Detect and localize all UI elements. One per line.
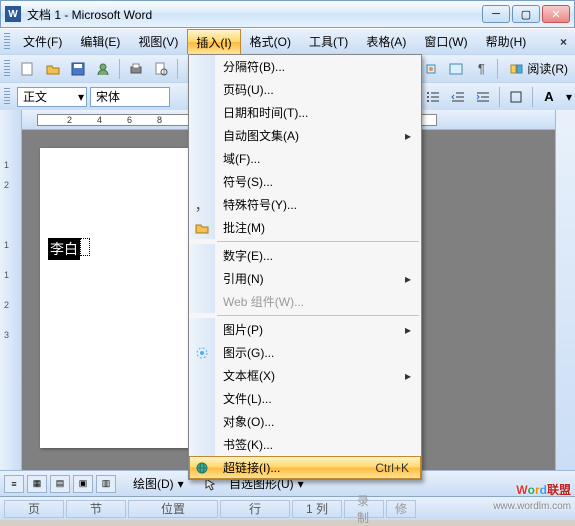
status-line: 行 bbox=[220, 500, 290, 518]
separator bbox=[217, 241, 419, 242]
menu-datetime[interactable]: 日期和时间(T)... bbox=[189, 101, 421, 124]
style-combo[interactable]: 正文▾ bbox=[17, 87, 87, 107]
minimize-button[interactable]: ─ bbox=[482, 5, 510, 23]
menu-edit[interactable]: 编辑(E) bbox=[71, 29, 129, 54]
selected-text[interactable]: 李白 bbox=[48, 238, 80, 260]
insert-dropdown-menu: 分隔符(B)... 页码(U)... 日期和时间(T)... 自动图文集(A)▸… bbox=[188, 54, 422, 480]
menu-number[interactable]: 数字(E)... bbox=[189, 244, 421, 267]
drawing-button[interactable] bbox=[420, 58, 442, 80]
save-button[interactable] bbox=[67, 58, 89, 80]
menu-file[interactable]: 文件(L)... bbox=[189, 387, 421, 410]
vertical-ruler[interactable]: 1 2 1 1 2 3 bbox=[0, 110, 22, 484]
menu-view[interactable]: 视图(V) bbox=[129, 29, 187, 54]
permission-button[interactable] bbox=[92, 58, 114, 80]
print-view-button[interactable]: ▤ bbox=[50, 475, 70, 493]
watermark-url: www.wordlm.com bbox=[493, 501, 571, 512]
status-column: 1 列 bbox=[292, 500, 342, 518]
menu-window[interactable]: 窗口(W) bbox=[415, 29, 476, 54]
submenu-arrow-icon: ▸ bbox=[405, 272, 421, 286]
increase-indent-button[interactable] bbox=[472, 86, 494, 108]
menu-insert[interactable]: 插入(I) bbox=[187, 29, 240, 54]
submenu-arrow-icon: ▸ bbox=[405, 129, 421, 143]
menu-autotext[interactable]: 自动图文集(A)▸ bbox=[189, 124, 421, 147]
outline-view-button[interactable]: ▣ bbox=[73, 475, 93, 493]
scrollbar-area[interactable] bbox=[555, 110, 575, 484]
reading-layout-button[interactable]: 阅读(R) bbox=[503, 58, 575, 80]
titlebar: W 文档 1 - Microsoft Word ─ ▢ ✕ bbox=[0, 0, 575, 28]
menubar: 文件(F) 编辑(E) 视图(V) 插入(I) 格式(O) 工具(T) 表格(A… bbox=[0, 28, 575, 54]
status-position: 位置 bbox=[128, 500, 218, 518]
menu-reference[interactable]: 引用(N)▸ bbox=[189, 267, 421, 290]
shortcut-label: Ctrl+K bbox=[375, 461, 421, 475]
status-section: 节 bbox=[66, 500, 126, 518]
menu-diagram[interactable]: 图示(G)... bbox=[189, 341, 421, 364]
folder-icon bbox=[195, 221, 209, 235]
status-rev[interactable]: 修 bbox=[386, 500, 416, 518]
menu-field[interactable]: 域(F)... bbox=[189, 147, 421, 170]
menu-object[interactable]: 对象(O)... bbox=[189, 410, 421, 433]
menu-special-char[interactable]: ，特殊符号(Y)... bbox=[189, 193, 421, 216]
menu-close-doc[interactable]: × bbox=[552, 29, 575, 54]
bullets-button[interactable] bbox=[422, 86, 444, 108]
font-color-button[interactable]: A bbox=[538, 86, 560, 108]
separator bbox=[499, 87, 500, 107]
comma-icon: ， bbox=[194, 194, 209, 215]
print-button[interactable] bbox=[125, 58, 147, 80]
grip-handle[interactable] bbox=[4, 60, 10, 78]
separator bbox=[177, 59, 178, 79]
diagram-icon bbox=[195, 346, 209, 360]
menu-textbox[interactable]: 文本框(X)▸ bbox=[189, 364, 421, 387]
menu-file[interactable]: 文件(F) bbox=[14, 29, 71, 54]
font-color-dropdown[interactable]: ▾ bbox=[563, 86, 575, 108]
menu-table[interactable]: 表格(A) bbox=[357, 29, 415, 54]
web-view-button[interactable]: ▦ bbox=[27, 475, 47, 493]
map-button[interactable] bbox=[445, 58, 467, 80]
menu-web-component[interactable]: Web 组件(W)... bbox=[189, 290, 421, 313]
statusbar: 页 节 位置 行 1 列 录制 修 bbox=[0, 496, 575, 520]
menu-bookmark[interactable]: 书签(K)... bbox=[189, 433, 421, 456]
para-mark-button[interactable]: ¶ bbox=[470, 58, 492, 80]
menu-pagenum[interactable]: 页码(U)... bbox=[189, 78, 421, 101]
close-button[interactable]: ✕ bbox=[542, 5, 570, 23]
watermark-logo: Word联盟 bbox=[516, 481, 571, 498]
submenu-arrow-icon: ▸ bbox=[405, 369, 421, 383]
preview-button[interactable] bbox=[150, 58, 172, 80]
border-button[interactable] bbox=[505, 86, 527, 108]
separator bbox=[532, 87, 533, 107]
menu-symbol[interactable]: 符号(S)... bbox=[189, 170, 421, 193]
maximize-button[interactable]: ▢ bbox=[512, 5, 540, 23]
font-combo[interactable]: 宋体 bbox=[90, 87, 170, 107]
menu-format[interactable]: 格式(O) bbox=[241, 29, 300, 54]
separator bbox=[217, 315, 419, 316]
menu-help[interactable]: 帮助(H) bbox=[477, 29, 536, 54]
open-button[interactable] bbox=[42, 58, 64, 80]
submenu-arrow-icon: ▸ bbox=[405, 323, 421, 337]
menu-tools[interactable]: 工具(T) bbox=[300, 29, 357, 54]
grip-handle[interactable] bbox=[4, 33, 10, 50]
grip-handle[interactable] bbox=[4, 88, 10, 106]
app-icon: W bbox=[5, 6, 21, 22]
decrease-indent-button[interactable] bbox=[447, 86, 469, 108]
separator bbox=[119, 59, 120, 79]
menu-picture[interactable]: 图片(P)▸ bbox=[189, 318, 421, 341]
normal-view-button[interactable]: ≡ bbox=[4, 475, 24, 493]
window-title: 文档 1 - Microsoft Word bbox=[27, 6, 482, 23]
menu-hyperlink[interactable]: 超链接(I)...Ctrl+K bbox=[189, 456, 421, 479]
globe-icon bbox=[195, 461, 209, 475]
separator bbox=[497, 59, 498, 79]
menu-comment[interactable]: 批注(M) bbox=[189, 216, 421, 239]
status-page: 页 bbox=[4, 500, 64, 518]
new-doc-button[interactable] bbox=[17, 58, 39, 80]
window-buttons: ─ ▢ ✕ bbox=[482, 5, 570, 23]
menu-break[interactable]: 分隔符(B)... bbox=[189, 55, 421, 78]
reading-view-button[interactable]: ▥ bbox=[96, 475, 116, 493]
status-rec[interactable]: 录制 bbox=[344, 500, 384, 518]
draw-menu[interactable]: 绘图(D)▾ bbox=[128, 474, 196, 494]
